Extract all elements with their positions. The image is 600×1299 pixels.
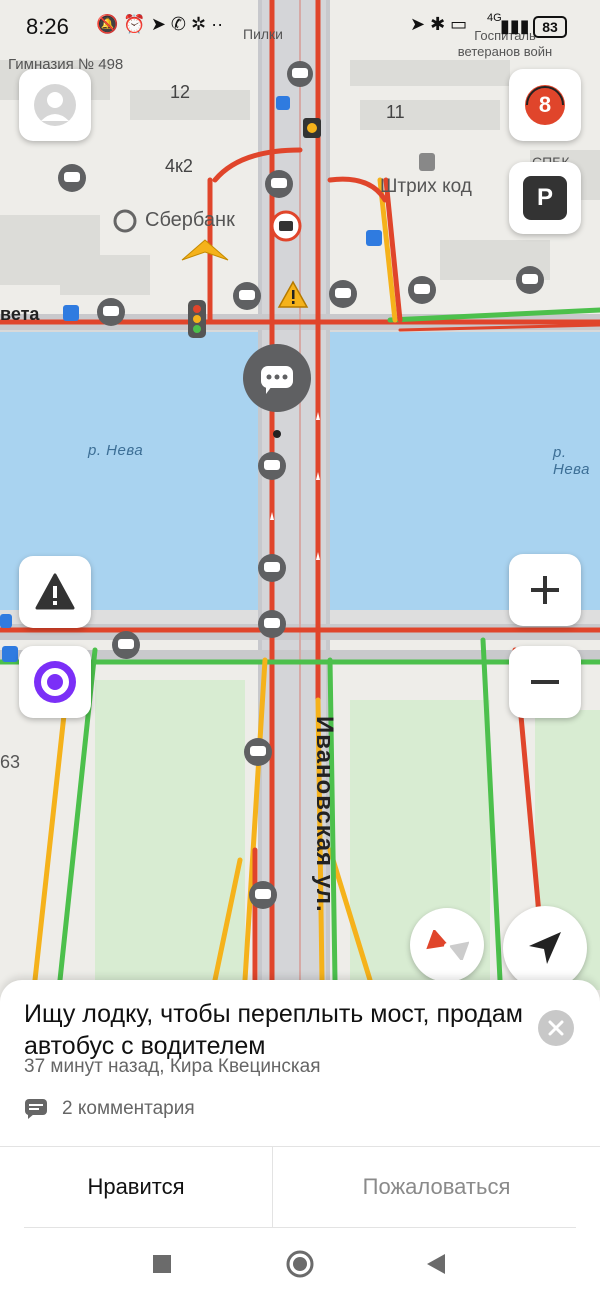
status-time: 8:26 [26,14,69,39]
signal-icon: ▮▮▮ [500,16,530,36]
comment-pin[interactable] [258,554,286,582]
zoom-in-button[interactable] [509,554,581,626]
comment-pin[interactable] [58,164,86,192]
comment-pin[interactable] [408,276,436,304]
battery-indicator: 83 [533,16,567,38]
parking-button[interactable]: P [509,162,581,234]
map-label-street: Ивановская ул. [311,716,338,913]
parking-label: P [536,184,553,211]
comment-pin[interactable] [516,266,544,294]
comments-count: 2 комментария [62,1098,195,1119]
speed-camera-icon [270,210,302,242]
road-alert-button[interactable] [19,556,91,628]
comment-pin[interactable] [258,610,286,638]
report-button[interactable]: Пожаловаться [273,1147,600,1227]
comment-pin[interactable] [287,61,313,87]
comment-card: Ищу лодку, чтобы переплыть мост, продам … [0,980,600,1230]
nav-back-icon[interactable] [426,1253,446,1275]
map-label-house: 63 [0,752,21,772]
comment-pin[interactable] [249,881,277,909]
avatar-icon [34,84,76,126]
road-alert-icon [35,573,75,610]
comment-title: Ищу лодку, чтобы переплыть мост, продам … [24,1000,523,1060]
compass-icon [426,930,469,960]
map-label-street: вета [0,304,40,324]
map-label-house: 12 [170,82,191,102]
close-icon [548,1020,564,1036]
compass-button[interactable] [410,908,484,982]
locate-icon [529,932,561,964]
comment-icon [25,1099,47,1119]
map-label-house: 4к2 [165,156,193,176]
alice-button[interactable] [19,646,91,718]
comment-pin[interactable] [265,170,293,198]
comments-link[interactable]: 2 комментария [24,1098,195,1120]
map-label-poi: Сбербанк [145,209,235,231]
profile-button[interactable] [19,69,91,141]
traffic-score-value: 8 [538,92,552,117]
map-label-poi: Штрих код [380,176,472,197]
comment-meta: 37 минут назад, Кира Квецинская [24,1056,321,1077]
comment-pin[interactable] [97,298,125,326]
map-canvas[interactable] [0,0,600,1000]
nav-recent-icon[interactable] [152,1254,172,1274]
traffic-light-icon [303,118,321,138]
map-label-house: 11 [386,102,405,122]
close-button[interactable] [538,1010,574,1046]
my-location-button[interactable] [503,906,587,990]
comment-pin[interactable] [112,631,140,659]
zoom-in-icon [531,576,559,604]
nav-home-icon[interactable] [286,1250,314,1278]
comment-pin[interactable] [233,282,261,310]
comment-pin[interactable] [244,738,272,766]
shop-icon [419,153,435,171]
alice-icon [34,661,76,703]
parking-icon: P [523,176,567,220]
status-right-icons: ➤ ✱ ▭ [410,14,468,34]
like-button[interactable]: Нравится [0,1147,272,1227]
comment-pin[interactable] [258,452,286,480]
map-label-river: р. Нева [553,444,591,478]
zoom-out-button[interactable] [509,646,581,718]
divider [24,1227,576,1228]
system-nav-bar [0,1230,600,1299]
zoom-out-icon [531,680,559,684]
map-label-river: р. Нева [88,442,144,459]
traffic-score-button[interactable]: 8 [509,69,581,141]
status-icons: 🔕 ⏰ ➤ ✆ ✲ ·· [96,14,224,34]
traffic-light-icon [188,300,206,338]
status-bar: 8:26 🔕 ⏰ ➤ ✆ ✲ ·· ➤ ✱ ▭ 4G ▮▮▮ 83 [0,0,600,54]
comment-pin[interactable] [329,280,357,308]
